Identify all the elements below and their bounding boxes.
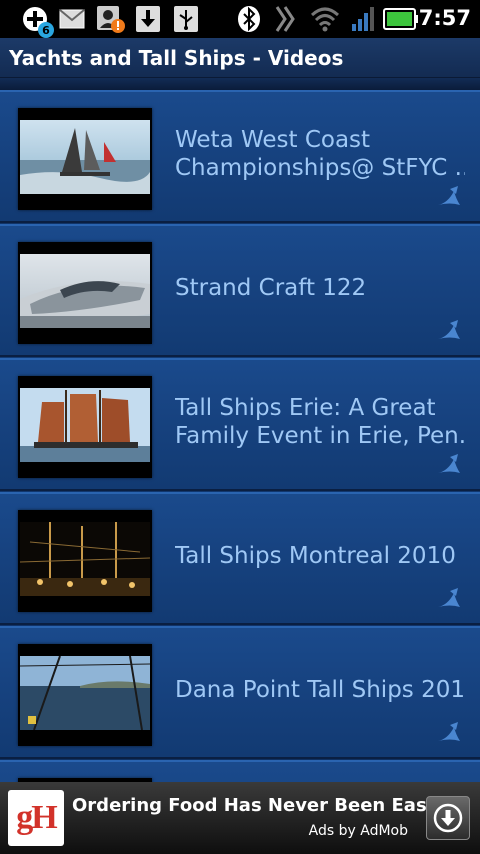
video-title-line-1: Tall Ships Montreal 2010 [175,543,456,569]
video-item-weta[interactable]: Weta West Coast Championships@ StFYC ... [0,90,480,223]
vibrate-icon [272,4,300,34]
video-list[interactable]: Weta West Coast Championships@ StFYC ...… [0,78,480,782]
bluetooth-icon [236,4,262,34]
page-title: Yachts and Tall Ships - Videos [9,46,344,70]
download-icon [433,803,463,833]
video-title-line-1: Tall Ships Erie: A Great [175,395,436,421]
clock: 7:57 [418,6,471,30]
video-title-line-1: Dana Point Tall Ships 2010 [175,677,465,703]
signal-icon [350,4,376,34]
motor-yacht-thumbnail [18,242,152,344]
usb-icon [172,4,200,34]
catamaran-thumbnail [18,108,152,210]
video-play-icon [438,454,460,473]
battery-icon [382,4,420,34]
contact-warning-icon [96,4,126,34]
ad-attribution: Ads by AdMob [308,823,408,839]
video-item-partial[interactable] [0,760,480,782]
video-play-icon [438,588,460,607]
mail-icon [58,4,86,34]
app-title-bar: Yachts and Tall Ships - Videos [0,38,480,78]
schooner-thumbnail [18,376,152,478]
advertiser-logo: gH [8,790,64,846]
video-item-strand-craft[interactable]: Strand Craft 122 [0,224,480,357]
video-title-line-2: Family Event in Erie, Pen... [175,423,465,449]
notification-badge: 6 [38,22,54,38]
video-play-icon [438,320,460,339]
ad-headline: Ordering Food Has Never Been Easier [72,795,454,816]
video-title-line-2: Championships@ StFYC ... [175,155,465,181]
video-item-tall-ships-montreal[interactable]: Tall Ships Montreal 2010 [0,492,480,625]
download-icon [134,4,162,34]
video-title-line-1: Weta West Coast [175,127,371,153]
night-harbor-thumbnail [18,510,152,612]
video-item-dana-point[interactable]: Dana Point Tall Ships 2010 [0,626,480,759]
video-play-icon [438,186,460,205]
video-item-tall-ships-erie[interactable]: Tall Ships Erie: A Great Family Event in… [0,358,480,491]
video-title-line-1: Strand Craft 122 [175,275,367,301]
sea-rigging-thumbnail [18,644,152,746]
status-bar: 6 7:57 [0,0,480,38]
ad-banner[interactable]: gH Ordering Food Has Never Been Easier A… [0,782,480,854]
list-top-divider [0,78,480,90]
ad-download-button[interactable] [426,796,470,840]
video-play-icon [438,722,460,741]
wifi-icon [310,4,340,34]
